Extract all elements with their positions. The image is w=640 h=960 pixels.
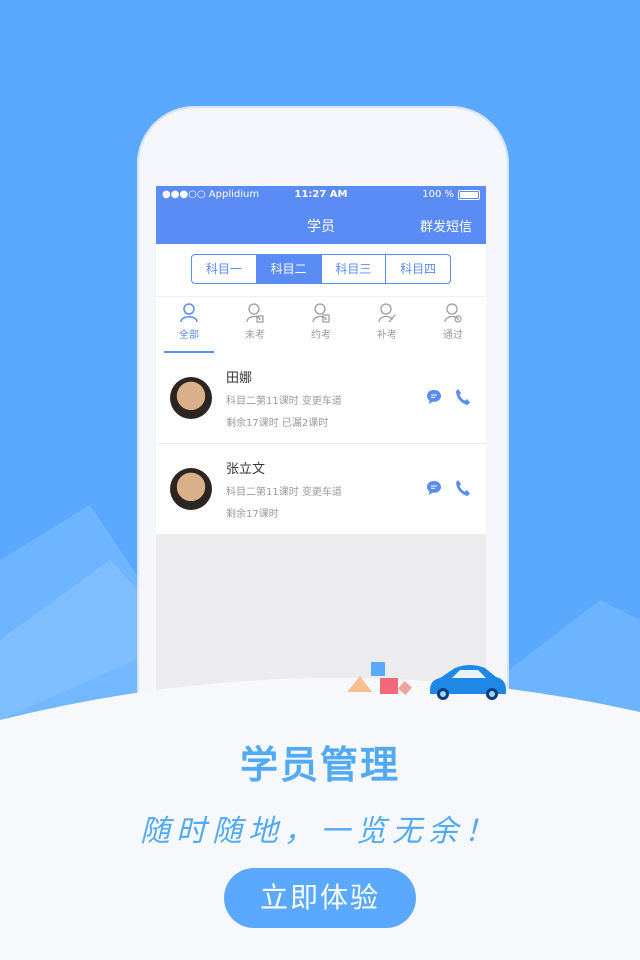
- user-edit-icon: [378, 303, 396, 323]
- student-row[interactable]: 张立文 科目二第11课时 变更车道 剩余17课时: [156, 444, 486, 535]
- avatar: [170, 377, 212, 419]
- tab-not-tested[interactable]: 未考: [222, 297, 288, 353]
- tab-passed-label: 通过: [443, 330, 463, 341]
- student-remaining: 剩余17课时 已漏2课时: [226, 418, 329, 429]
- segment-subject-2[interactable]: 科目二: [256, 255, 322, 283]
- subject-segment: 科目一 科目二 科目三 科目四: [191, 254, 451, 284]
- message-icon[interactable]: [426, 480, 442, 496]
- segment-subject-1[interactable]: 科目一: [192, 255, 257, 283]
- subject-segment-container: 科目一 科目二 科目三 科目四: [156, 244, 486, 296]
- tab-not-tested-label: 未考: [245, 330, 265, 341]
- phone-call-icon[interactable]: [455, 388, 471, 406]
- tab-all[interactable]: 全部: [156, 297, 222, 353]
- user-pending-icon: [246, 303, 264, 323]
- tab-all-label: 全部: [179, 330, 199, 341]
- segment-subject-4[interactable]: 科目四: [386, 255, 450, 283]
- battery-icon: [458, 189, 480, 200]
- avatar: [170, 468, 212, 510]
- status-bar: ●●●○○ Applidium 11:27 AM 100 %: [156, 186, 486, 206]
- battery-percent: 100 %: [422, 189, 454, 200]
- group-sms-button[interactable]: 群发短信: [420, 216, 472, 235]
- nav-bar: 学员 群发短信: [156, 206, 486, 244]
- tab-retake[interactable]: 补考: [354, 297, 420, 353]
- tab-scheduled-label: 约考: [311, 330, 331, 341]
- tab-scheduled[interactable]: 约考: [288, 297, 354, 353]
- app-screen: ●●●○○ Applidium 11:27 AM 100 % 学员 群发短信 科…: [156, 186, 486, 706]
- segment-subject-3[interactable]: 科目三: [322, 255, 387, 283]
- status-filter-tabs: 全部 未考 约考 补考 通过: [156, 296, 486, 353]
- student-remaining: 剩余17课时: [226, 509, 279, 520]
- user-icon: [180, 303, 198, 323]
- student-name: 田娜: [226, 371, 253, 386]
- message-icon[interactable]: [426, 389, 442, 405]
- try-now-button[interactable]: 立即体验: [224, 868, 416, 928]
- user-check-icon: [444, 303, 462, 323]
- phone-call-icon[interactable]: [455, 479, 471, 497]
- student-progress: 科目二第11课时 变更车道: [226, 396, 342, 407]
- user-calendar-icon: [312, 303, 330, 323]
- promo-headline: 学员管理: [239, 743, 400, 787]
- tab-passed[interactable]: 通过: [420, 297, 486, 353]
- student-name: 张立文: [226, 462, 266, 477]
- student-progress: 科目二第11课时 变更车道: [226, 487, 342, 498]
- tab-retake-label: 补考: [377, 330, 397, 341]
- student-row[interactable]: 田娜 科目二第11课时 变更车道 剩余17课时 已漏2课时: [156, 353, 486, 444]
- promo-subline: 随时随地，一览无余！: [140, 814, 500, 849]
